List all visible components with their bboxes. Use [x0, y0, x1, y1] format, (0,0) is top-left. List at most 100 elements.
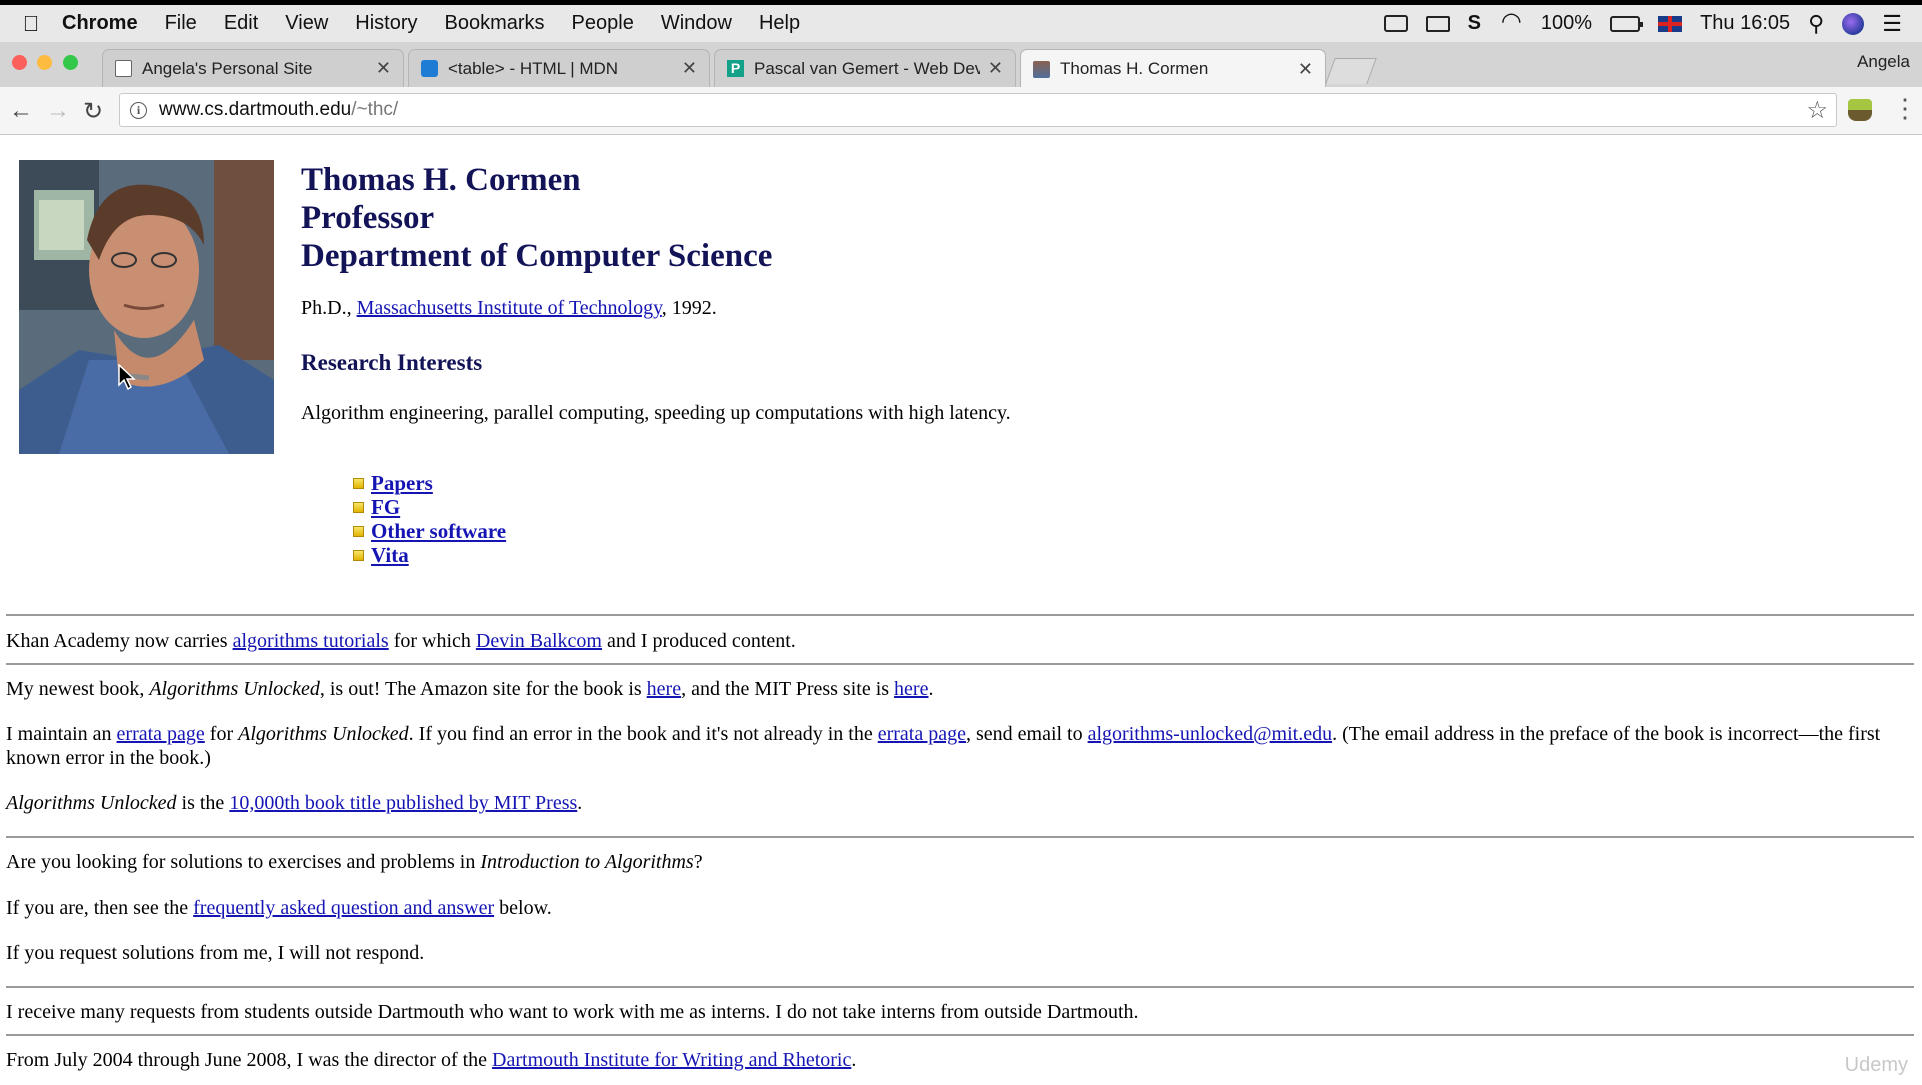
menu-view[interactable]: View	[285, 12, 328, 35]
tab-title: <table> - HTML | MDN	[448, 58, 619, 78]
profile-name[interactable]: Angela	[1857, 52, 1910, 72]
text: ?	[693, 851, 703, 873]
book-paragraph: My newest book, Algorithms Unlocked, is …	[6, 677, 1886, 701]
email-link[interactable]: algorithms-unlocked@mit.edu	[1088, 723, 1332, 745]
extension-icon[interactable]	[1848, 99, 1872, 121]
list-item: Vita	[353, 543, 506, 567]
back-arrow-icon[interactable]: ←	[9, 97, 33, 125]
text: is the	[176, 792, 230, 814]
phd-prefix: Ph.D.,	[301, 297, 357, 319]
devin-balkcom-link[interactable]: Devin Balkcom	[476, 630, 602, 652]
screen-record-icon[interactable]	[1383, 15, 1408, 32]
mit-press-here-link[interactable]: here	[894, 678, 928, 700]
bullet-icon	[353, 501, 364, 513]
text: Are you looking for solutions to exercis…	[6, 851, 481, 873]
text: for	[204, 723, 239, 745]
tab-mdn-table[interactable]: <table> - HTML | MDN ✕	[408, 49, 710, 87]
text: . If you find an error in the book and i…	[408, 723, 878, 745]
text: If you are, then see the	[6, 897, 194, 919]
vita-link[interactable]: Vita	[371, 543, 409, 568]
menu-file[interactable]: File	[165, 12, 197, 35]
tab-close-icon[interactable]: ✕	[376, 58, 391, 79]
notification-center-icon[interactable]: ☰	[1882, 11, 1902, 37]
menu-edit[interactable]: Edit	[224, 12, 258, 35]
amazon-here-link[interactable]: here	[647, 678, 681, 700]
divider	[6, 986, 1914, 988]
mit-press-10000th-link[interactable]: 10,000th book title published by MIT Pre…	[229, 792, 577, 814]
tab-close-icon[interactable]: ✕	[988, 58, 1003, 79]
tab-strip: Angela's Personal Site ✕ <table> - HTML …	[0, 42, 1922, 88]
site-info-icon[interactable]: i	[130, 101, 147, 119]
window-zoom-button[interactable]	[63, 55, 78, 70]
menu-window[interactable]: Window	[661, 12, 732, 35]
forward-arrow-icon[interactable]: →	[46, 97, 70, 125]
browser-toolbar: ← → ↻ i www.cs.dartmouth.edu/~thc/ ☆ ⋮	[0, 87, 1922, 135]
faq-link[interactable]: frequently asked question and answer	[193, 897, 494, 919]
algorithms-tutorials-link[interactable]: algorithms tutorials	[233, 630, 389, 652]
interns-paragraph: I receive many requests from students ou…	[6, 1001, 1139, 1023]
document-icon	[115, 60, 132, 77]
udemy-watermark: Udemy	[1844, 1054, 1908, 1076]
link-list: Papers FG Other software Vita	[353, 471, 506, 567]
window-close-button[interactable]	[12, 55, 27, 70]
dartmouth-writing-link[interactable]: Dartmouth Institute for Writing and Rhet…	[492, 1049, 851, 1071]
text: .	[577, 792, 583, 814]
menu-help[interactable]: Help	[759, 12, 800, 35]
errata-page-link[interactable]: errata page	[117, 723, 205, 745]
list-item: Papers	[353, 471, 506, 495]
clock[interactable]: Thu 16:05	[1700, 12, 1790, 35]
battery-icon[interactable]	[1610, 15, 1644, 32]
director-paragraph: From July 2004 through June 2008, I was …	[6, 1048, 1886, 1072]
mit-link[interactable]: Massachusetts Institute of Technology	[357, 297, 662, 319]
wifi-icon[interactable]	[1499, 7, 1523, 36]
papers-link[interactable]: Papers	[371, 471, 433, 496]
text: below.	[494, 897, 552, 919]
list-item: FG	[353, 495, 506, 519]
menu-bookmarks[interactable]: Bookmarks	[445, 12, 545, 35]
portrait-favicon-icon	[1033, 60, 1050, 78]
menu-app-chrome[interactable]: Chrome	[62, 12, 138, 35]
status-area: S 100% Thu 16:05 ⚲ ☰	[1383, 7, 1922, 37]
apple-icon[interactable]: 	[0, 11, 62, 37]
tab-close-icon[interactable]: ✕	[682, 58, 697, 79]
milestone-paragraph: Algorithms Unlocked is the 10,000th book…	[6, 791, 1886, 815]
divider	[6, 614, 1914, 616]
input-source-flag-icon[interactable]	[1658, 15, 1683, 32]
new-tab-button[interactable]	[1325, 58, 1377, 84]
spotlight-search-icon[interactable]: ⚲	[1808, 11, 1824, 37]
siri-icon[interactable]	[1842, 12, 1865, 35]
url-path: /~thc/	[351, 99, 399, 120]
research-heading: Research Interests	[301, 350, 483, 375]
tab-title: Pascal van Gemert - Web Deve	[754, 58, 980, 78]
menu-people[interactable]: People	[572, 12, 634, 35]
errata-page-link[interactable]: errata page	[878, 723, 966, 745]
chrome-menu-icon[interactable]: ⋮	[1892, 93, 1918, 124]
text: , send email to	[965, 723, 1088, 745]
fg-link[interactable]: FG	[371, 495, 400, 520]
battery-percent[interactable]: 100%	[1541, 12, 1592, 35]
skype-icon[interactable]: S	[1468, 12, 1481, 35]
other-software-link[interactable]: Other software	[371, 519, 506, 544]
text: My newest book,	[6, 678, 150, 700]
text: for which	[388, 630, 476, 652]
address-bar[interactable]: i www.cs.dartmouth.edu/~thc/ ☆	[119, 93, 1837, 127]
bookmark-star-icon[interactable]: ☆	[1806, 96, 1828, 125]
solutions-paragraph: Are you looking for solutions to exercis…	[6, 850, 1886, 874]
text: .	[851, 1049, 857, 1071]
faq-paragraph: If you are, then see the frequently aske…	[6, 896, 1886, 920]
tab-close-icon[interactable]: ✕	[1298, 59, 1313, 80]
errata-paragraph: I maintain an errata page for Algorithms…	[6, 722, 1886, 770]
menu-history[interactable]: History	[355, 12, 417, 35]
person-name: Thomas H. Cormen	[301, 162, 581, 198]
window-minimize-button[interactable]	[37, 55, 52, 70]
pascal-logo-icon: P	[727, 60, 744, 77]
tab-angelas-personal-site[interactable]: Angela's Personal Site ✕	[102, 49, 404, 87]
profile-photo	[19, 160, 274, 454]
tab-pascal-van-gemert[interactable]: P Pascal van Gemert - Web Deve ✕	[714, 49, 1016, 87]
airplay-icon[interactable]	[1425, 15, 1450, 32]
tab-thomas-cormen[interactable]: Thomas H. Cormen ✕	[1020, 49, 1326, 88]
no-response-paragraph: If you request solutions from me, I will…	[6, 942, 425, 964]
text: , is out! The Amazon site for the book i…	[319, 678, 647, 700]
reload-icon[interactable]: ↻	[83, 97, 103, 126]
book-title: Algorithms Unlocked	[238, 723, 409, 745]
